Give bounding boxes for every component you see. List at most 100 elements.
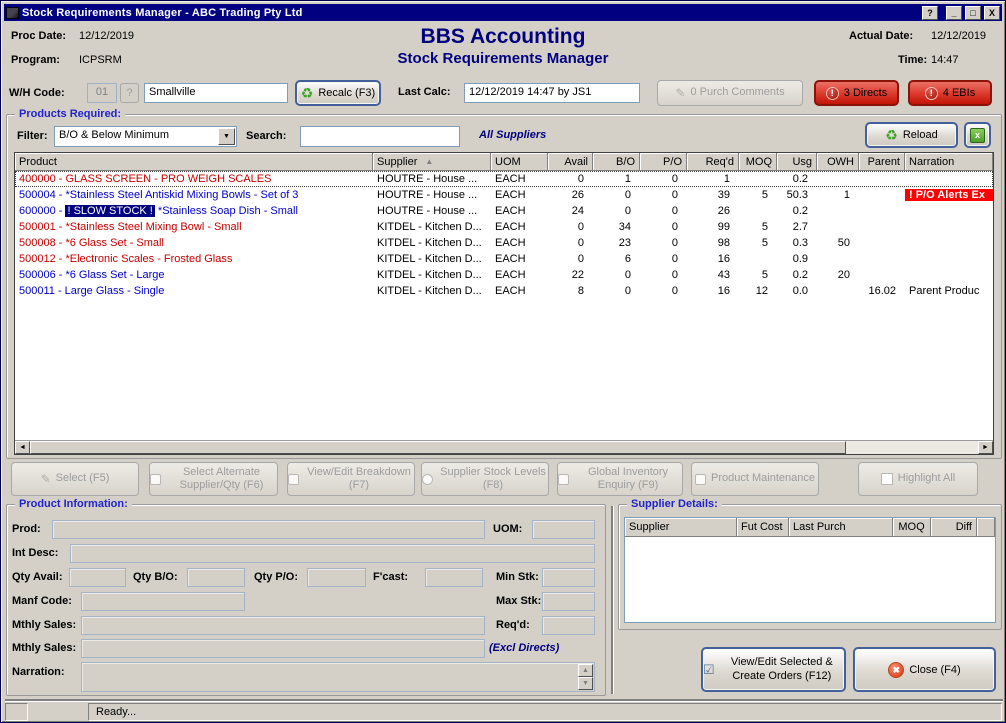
wh-code-label: W/H Code: — [9, 87, 65, 99]
grid-header-owh[interactable]: OWH — [817, 153, 859, 171]
supplier-header-moq[interactable]: MOQ — [893, 518, 931, 537]
narration-label: Narration: — [12, 666, 65, 678]
recalc-button[interactable]: ♻ Recalc (F3) — [295, 80, 381, 106]
chevron-down-icon[interactable]: ▼ — [218, 128, 235, 145]
grid-cell-product: 600000 - ! SLOW STOCK ! *Stainless Soap … — [15, 205, 373, 217]
view-edit-create-orders-button[interactable]: ☑ View/Edit Selected & Create Orders (F1… — [701, 647, 846, 692]
filter-dropdown[interactable]: B/O & Below Minimum ▼ — [54, 126, 237, 147]
grid-header-po[interactable]: P/O — [640, 153, 687, 171]
products-required-label: Products Required: — [15, 108, 125, 120]
qty-po-label: Qty P/O: — [254, 571, 298, 583]
grid-cell-po: 0 — [640, 269, 687, 281]
grid-row[interactable]: 500012 - *Electronic Scales - Frosted Gl… — [15, 251, 993, 267]
grid-row[interactable]: 500006 - *6 Glass Set - LargeKITDEL - Ki… — [15, 267, 993, 283]
export-excel-button[interactable]: x — [964, 122, 991, 148]
grid-header-supplier[interactable]: Supplier▲ — [373, 153, 491, 171]
reload-button[interactable]: ♻ Reload — [865, 122, 958, 148]
grid-cell-product: 500008 - *6 Glass Set - Small — [15, 237, 373, 249]
grid-header-uom[interactable]: UOM — [491, 153, 548, 171]
grid-row[interactable]: 500008 - *6 Glass Set - SmallKITDEL - Ki… — [15, 235, 993, 251]
grid-header-product[interactable]: Product — [15, 153, 373, 171]
products-grid: ProductSupplier▲UOMAvailB/OP/OReq'dMOQUs… — [14, 152, 994, 455]
scroll-down-icon: ▼ — [578, 677, 593, 690]
select-icon: ✎ — [41, 472, 51, 486]
scrollbar-track[interactable] — [846, 441, 978, 454]
qty-avail-label: Qty Avail: — [12, 571, 63, 583]
grid-cell-owh: 20 — [817, 269, 859, 281]
grid-cell-supplier: KITDEL - Kitchen D... — [373, 221, 491, 233]
grid-header-usg[interactable]: Usg — [777, 153, 817, 171]
status-bar: Ready... — [88, 703, 1002, 721]
supplier-header-filler — [977, 518, 995, 537]
suppliers-scope-text: All Suppliers — [479, 129, 546, 141]
grid-row[interactable]: 600000 - ! SLOW STOCK ! *Stainless Soap … — [15, 203, 993, 219]
excel-icon: x — [970, 128, 985, 143]
supplier-stock-levels-button: Supplier Stock Levels (F8) — [421, 462, 549, 496]
checkbox-icon — [881, 473, 893, 485]
grid-cell-parent: 16.02 — [859, 285, 905, 297]
last-calc-field: 12/12/2019 14:47 by JS1 — [464, 83, 640, 103]
grid-cell-bo: 0 — [593, 285, 640, 297]
reqd-field — [542, 616, 595, 635]
reqd-label: Req'd: — [496, 619, 530, 631]
grid-cell-avail: 0 — [548, 237, 593, 249]
uom-label: UOM: — [493, 523, 522, 535]
grid-cell-usg: 0.2 — [777, 205, 817, 217]
supplier-header-supplier[interactable]: Supplier — [625, 518, 737, 537]
scrollbar-thumb[interactable] — [30, 441, 846, 454]
scroll-left-icon[interactable]: ◄ — [15, 441, 30, 454]
maximize-button[interactable]: □ — [965, 6, 981, 20]
grid-cell-supplier: HOUTRE - House ... — [373, 205, 491, 217]
grid-header-reqd[interactable]: Req'd — [687, 153, 739, 171]
app-subtitle: Stock Requirements Manager — [1, 50, 1005, 67]
grid-cell-owh: 1 — [817, 189, 859, 201]
status-divider — [5, 699, 1003, 701]
prod-label: Prod: — [12, 523, 41, 535]
grid-cell-usg: 0.0 — [777, 285, 817, 297]
ebis-button[interactable]: ! 4 EBIs — [908, 80, 992, 106]
title-bar: Stock Requirements Manager - ABC Trading… — [4, 4, 1002, 21]
grid-cell-usg: 0.3 — [777, 237, 817, 249]
search-input[interactable] — [300, 126, 460, 147]
scroll-right-icon[interactable]: ► — [978, 441, 993, 454]
supplier-header-last-purch[interactable]: Last Purch — [789, 518, 893, 537]
help-button[interactable]: ? — [922, 6, 938, 20]
grid-header-bo[interactable]: B/O — [593, 153, 640, 171]
grid-cell-product: 500001 - *Stainless Steel Mixing Bowl - … — [15, 221, 373, 233]
close-window-button[interactable]: X — [984, 6, 1000, 20]
view-edit-breakdown-icon — [288, 474, 299, 485]
wh-lookup-button: ? — [120, 83, 139, 103]
grid-header-avail[interactable]: Avail — [548, 153, 593, 171]
grid-cell-moq: 5 — [739, 189, 777, 201]
grid-header-moq[interactable]: MOQ — [739, 153, 777, 171]
grid-cell-supplier: KITDEL - Kitchen D... — [373, 237, 491, 249]
wh-name-field[interactable]: Smallville — [144, 83, 288, 103]
grid-header-narration[interactable]: Narration — [905, 153, 993, 171]
excl-directs-note: (Excl Directs) — [489, 642, 559, 654]
supplier-header-diff[interactable]: Diff — [931, 518, 977, 537]
grid-header-parent[interactable]: Parent — [859, 153, 905, 171]
qty-bo-field — [187, 568, 245, 587]
grid-row[interactable]: 500001 - *Stainless Steel Mixing Bowl - … — [15, 219, 993, 235]
window-title: Stock Requirements Manager - ABC Trading… — [22, 7, 919, 19]
recycle-icon: ♻ — [301, 87, 314, 100]
grid-cell-bo: 0 — [593, 189, 640, 201]
view-edit-breakdown-button: View/Edit Breakdown (F7) — [287, 462, 415, 496]
close-button[interactable]: ✖ Close (F4) — [853, 647, 996, 692]
grid-cell-bo: 1 — [593, 173, 640, 185]
grid-cell-po: 0 — [640, 237, 687, 249]
max-stk-label: Max Stk: — [496, 595, 541, 607]
grid-row[interactable]: 500011 - Large Glass - SingleKITDEL - Ki… — [15, 283, 993, 299]
grid-cell-usg: 2.7 — [777, 221, 817, 233]
manf-code-label: Manf Code: — [12, 595, 72, 607]
grid-cell-product: 500011 - Large Glass - Single — [15, 285, 373, 297]
supplier-header-fut-cost[interactable]: Fut Cost — [737, 518, 789, 537]
grid-cell-uom: EACH — [491, 173, 548, 185]
grid-cell-reqd: 1 — [687, 173, 739, 185]
grid-row[interactable]: 400000 - GLASS SCREEN - PRO WEIGH SCALES… — [15, 171, 993, 187]
directs-button[interactable]: ! 3 Directs — [814, 80, 899, 106]
grid-row[interactable]: 500004 - *Stainless Steel Antiskid Mixin… — [15, 187, 993, 203]
product-maintenance-icon — [695, 474, 706, 485]
grid-cell-supplier: HOUTRE - House ... — [373, 173, 491, 185]
minimize-button[interactable]: _ — [946, 6, 962, 20]
